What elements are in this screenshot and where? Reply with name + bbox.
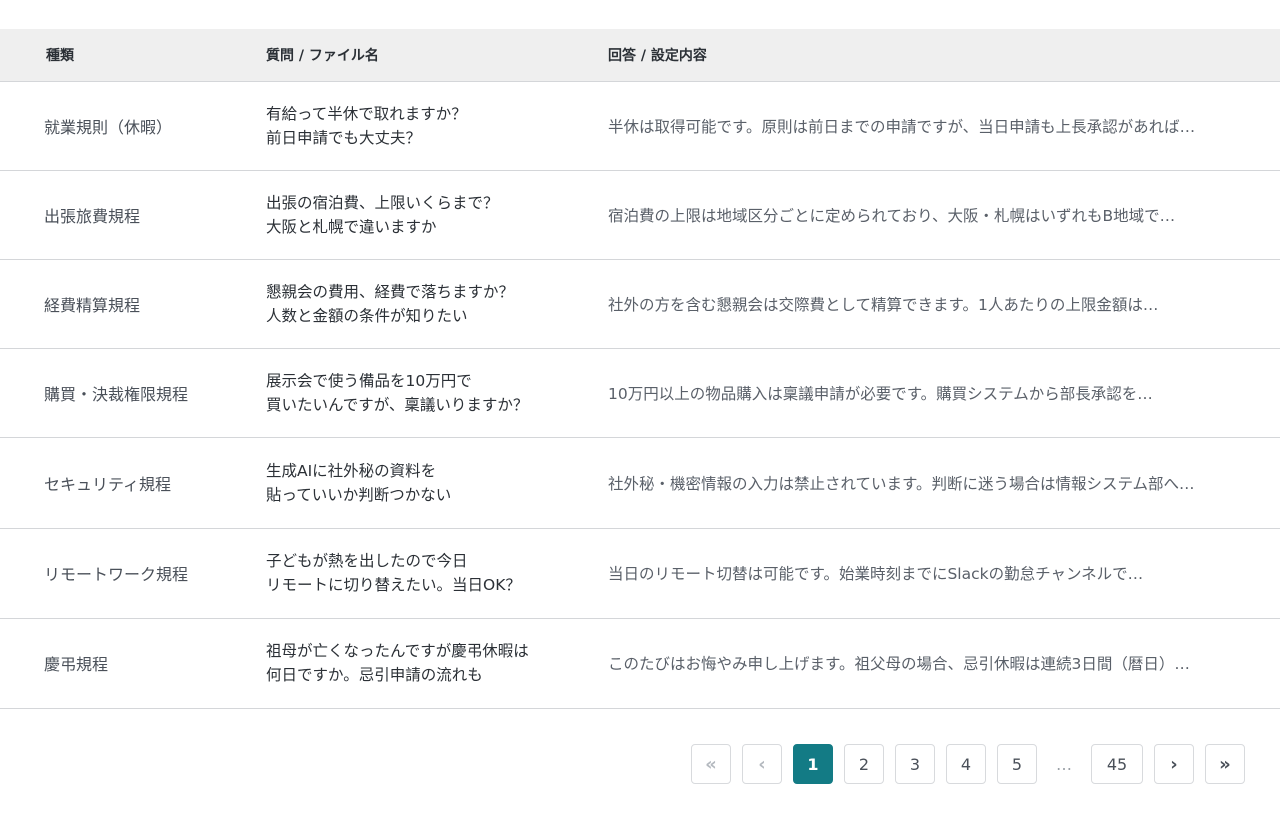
column-header-answer: 回答 / 設定内容 (598, 29, 1280, 82)
chevron-right-icon: › (1170, 753, 1178, 775)
last-page-button[interactable]: » (1205, 744, 1245, 784)
cell-type: 慶弔規程 (0, 618, 256, 709)
question-line: 有給って半休で取れますか？ (266, 104, 467, 123)
question-line: 買いたいんですが、稟議いりますか？ (266, 395, 529, 414)
cell-answer: 社外の方を含む懇親会は交際費として精算できます。1人あたりの上限金額は… (598, 259, 1280, 349)
page-button-3[interactable]: 3 (895, 744, 935, 784)
cell-question: 生成AIに社外秘の資料を 貼っていいか判断つかない (256, 437, 598, 529)
prev-page-button[interactable]: ‹ (742, 744, 782, 784)
cell-type: 就業規則（休暇） (0, 81, 256, 171)
cell-type: 経費精算規程 (0, 259, 256, 349)
question-line: 何日ですか。忌引申請の流れも (266, 666, 483, 684)
data-table: 種類 質問 / ファイル名 回答 / 設定内容 就業規則（休暇） 有給って半休で取… (0, 29, 1280, 709)
cell-answer: 半休は取得可能です。原則は前日までの申請ですが、当日申請も上長承認があれば… (598, 81, 1280, 171)
cell-answer: 社外秘・機密情報の入力は禁止されています。判断に迷う場合は情報システム部へ… (598, 437, 1280, 529)
table-row[interactable]: 慶弔規程 祖母が亡くなったんですが慶弔休暇は 何日ですか。忌引申請の流れも このたびは… (0, 618, 1280, 709)
question-line: 人数と金額の条件が知りたい (266, 306, 468, 325)
page-button-1[interactable]: 1 (793, 744, 833, 784)
cell-question: 祖母が亡くなったんですが慶弔休暇は 何日ですか。忌引申請の流れも (256, 618, 598, 709)
page-button-2[interactable]: 2 (844, 744, 884, 784)
question-line: 大阪と札幌で違いますか (266, 217, 437, 236)
table-row[interactable]: 経費精算規程 懇親会の費用、経費で落ちますか？ 人数と金額の条件が知りたい 社外の方を… (0, 259, 1280, 349)
cell-answer: 10万円以上の物品購入は稟議申請が必要です。購買システムから部長承認を… (598, 348, 1280, 438)
page-button-4[interactable]: 4 (946, 744, 986, 784)
table-row[interactable]: 購買・決裁権限規程 展示会で使う備品を10万円で買いたいんですが、稟議いりますか？… (0, 348, 1280, 438)
table-row[interactable]: 就業規則（休暇） 有給って半休で取れますか？ 前日申請でも大丈夫？ 半休は取得可能です… (0, 81, 1280, 171)
cell-question: 出張の宿泊費、上限いくらまで？ 大阪と札幌で違いますか (256, 170, 598, 260)
pagination-ellipsis: … (1048, 744, 1080, 784)
cell-question: 有給って半休で取れますか？ 前日申請でも大丈夫？ (256, 81, 598, 171)
column-header-type: 種類 (0, 29, 256, 82)
question-line: 祖母が亡くなったんですが慶弔休暇は (266, 642, 529, 660)
question-line: 展示会で使う備品を10万円で (266, 371, 472, 390)
page-button-last-number[interactable]: 45 (1091, 744, 1143, 784)
pagination: « ‹ 1 2 3 4 5 … 45 › » (691, 744, 1245, 784)
cell-question: 懇親会の費用、経費で落ちますか？ 人数と金額の条件が知りたい (256, 259, 598, 349)
column-header-question: 質問 / ファイル名 (256, 29, 598, 82)
next-page-button[interactable]: › (1154, 744, 1194, 784)
question-line: リモートに切り替えたい。当日OK？ (266, 576, 521, 594)
question-line: 懇親会の費用、経費で落ちますか？ (266, 282, 515, 301)
cell-question: 子どもが熱を出したので今日リモートに切り替えたい。当日OK？ (256, 528, 598, 619)
cell-type: リモートワーク規程 (0, 528, 256, 619)
question-line: 貼っていいか判断つかない (266, 485, 452, 504)
chevron-left-icon: ‹ (758, 753, 766, 775)
table-row[interactable]: リモートワーク規程 子どもが熱を出したので今日 リモートに切り替えたい。当日OK？当… (0, 528, 1280, 619)
cell-answer: 当日のリモート切替は可能です。始業時刻までにSlackの勤怠チャンネルで… (598, 528, 1280, 619)
cell-answer: 宿泊費の上限は地域区分ごとに定められており、大阪・札幌はいずれもB地域で… (598, 170, 1280, 260)
cell-type: 購買・決裁権限規程 (0, 348, 256, 438)
cell-type: セキュリティ規程 (0, 437, 256, 529)
table-row[interactable]: セキュリティ規程 生成AIに社外秘の資料を 貼っていいか判断つかない 社外秘・機密情報… (0, 437, 1280, 529)
cell-type: 出張旅費規程 (0, 170, 256, 260)
first-page-button[interactable]: « (691, 744, 731, 784)
data-table-container: 種類 質問 / ファイル名 回答 / 設定内容 就業規則（休暇） 有給って半休で取… (0, 29, 1280, 709)
double-chevron-left-icon: « (705, 753, 717, 775)
question-line: 生成AIに社外秘の資料を (266, 461, 437, 480)
question-line: 出張の宿泊費、上限いくらまで？ (266, 193, 499, 212)
cell-question: 展示会で使う備品を10万円で買いたいんですが、稟議いりますか？ (256, 348, 598, 438)
question-line: 前日申請でも大丈夫？ (266, 128, 422, 147)
page-button-5[interactable]: 5 (997, 744, 1037, 784)
table-row[interactable]: 出張旅費規程 出張の宿泊費、上限いくらまで？ 大阪と札幌で違いますか 宿泊費の上限は地… (0, 170, 1280, 260)
table-body: 就業規則（休暇） 有給って半休で取れますか？ 前日申請でも大丈夫？ 半休は取得可能です… (0, 81, 1280, 709)
double-chevron-right-icon: » (1219, 753, 1231, 775)
table-header-row: 種類 質問 / ファイル名 回答 / 設定内容 (0, 29, 1280, 82)
cell-answer: このたびはお悔やみ申し上げます。祖父母の場合、忌引休暇は連続3日間（暦日）… (598, 618, 1280, 709)
question-line: 子どもが熱を出したので今日 (266, 552, 468, 570)
